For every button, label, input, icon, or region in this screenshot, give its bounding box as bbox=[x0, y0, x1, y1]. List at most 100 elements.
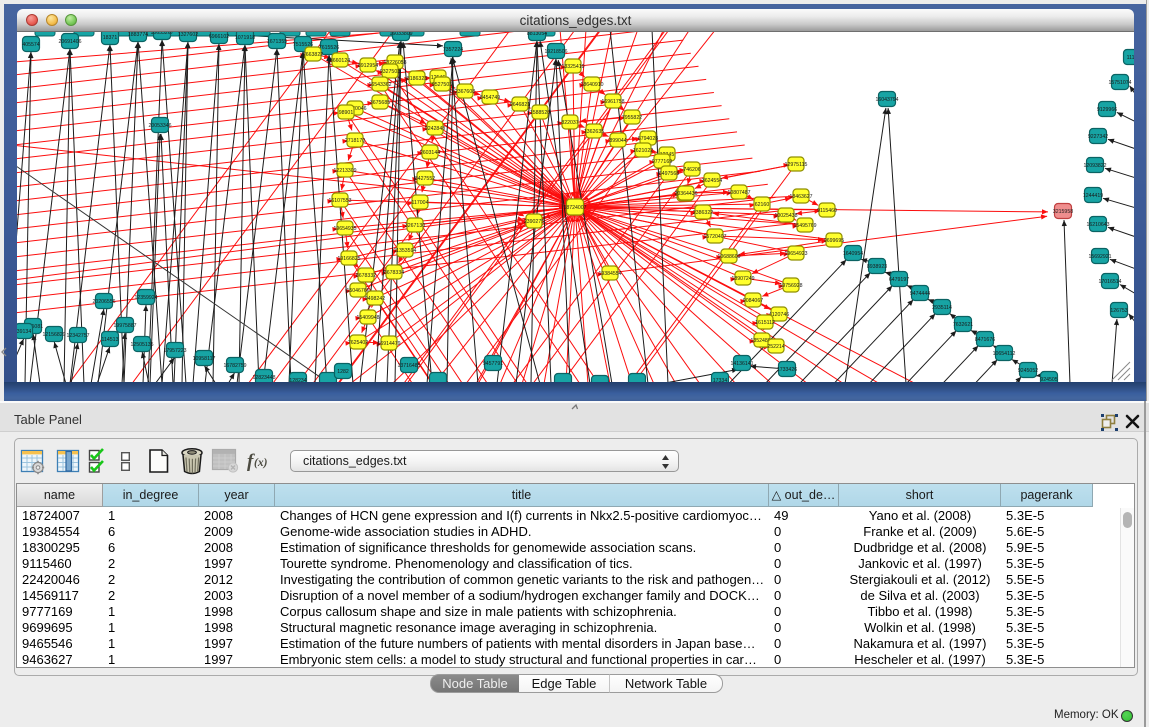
svg-text:10958117: 10958117 bbox=[193, 356, 216, 362]
svg-text:8678332: 8678332 bbox=[356, 273, 376, 279]
svg-text:16107553: 16107553 bbox=[328, 198, 351, 204]
svg-text:19384554: 19384554 bbox=[598, 271, 621, 277]
svg-text:9646821: 9646821 bbox=[510, 102, 530, 108]
svg-text:18371: 18371 bbox=[103, 35, 118, 41]
svg-text:1615112: 1615112 bbox=[755, 320, 775, 326]
svg-text:12975115: 12975115 bbox=[785, 162, 808, 168]
svg-text:6479197: 6479197 bbox=[889, 277, 909, 283]
svg-text:13716485: 13716485 bbox=[397, 363, 420, 369]
svg-text:8427552: 8427552 bbox=[415, 176, 435, 182]
svg-text:1621022: 1621022 bbox=[633, 148, 653, 154]
svg-text:7955822: 7955822 bbox=[622, 115, 642, 121]
svg-text:6966102: 6966102 bbox=[209, 34, 229, 40]
svg-text:15692921: 15692921 bbox=[1088, 254, 1111, 260]
svg-text:17334: 17334 bbox=[713, 378, 728, 382]
svg-text:8186323: 8186323 bbox=[407, 76, 427, 82]
svg-text:17016514: 17016514 bbox=[1098, 279, 1121, 285]
svg-text:98901: 98901 bbox=[339, 110, 354, 116]
svg-text:18907249: 18907249 bbox=[731, 276, 754, 282]
svg-text:405574: 405574 bbox=[22, 42, 39, 48]
svg-text:15046766: 15046766 bbox=[346, 288, 369, 294]
svg-text:9474444: 9474444 bbox=[910, 291, 930, 297]
svg-text:1640954: 1640954 bbox=[843, 251, 863, 257]
svg-text:18463627: 18463627 bbox=[789, 194, 812, 200]
svg-text:7357224: 7357224 bbox=[443, 47, 463, 53]
svg-text:19654923: 19654923 bbox=[784, 251, 807, 257]
svg-text:8813054: 8813054 bbox=[527, 32, 547, 37]
svg-text:12213309: 12213309 bbox=[333, 168, 356, 174]
svg-text:2386322: 2386322 bbox=[693, 210, 713, 216]
svg-text:3267130: 3267130 bbox=[405, 223, 425, 229]
svg-text:18724007: 18724007 bbox=[563, 205, 586, 211]
svg-text:10807487: 10807487 bbox=[727, 190, 750, 196]
svg-text:924505: 924505 bbox=[1040, 377, 1057, 382]
svg-text:16961758: 16961758 bbox=[601, 99, 624, 105]
svg-text:12093822: 12093822 bbox=[1083, 163, 1106, 169]
svg-text:2935114: 2935114 bbox=[932, 305, 952, 311]
svg-text:128234: 128234 bbox=[289, 378, 306, 382]
svg-text:15495769: 15495769 bbox=[793, 223, 816, 229]
svg-text:16210643: 16210643 bbox=[1086, 222, 1109, 228]
svg-text:746206: 746206 bbox=[683, 167, 700, 173]
svg-text:1327602: 1327602 bbox=[178, 32, 198, 38]
svg-text:2718170: 2718170 bbox=[345, 138, 365, 144]
svg-text:39134: 39134 bbox=[17, 329, 31, 335]
svg-text:2603144: 2603144 bbox=[420, 150, 440, 156]
svg-text:16914479: 16914479 bbox=[377, 341, 400, 347]
svg-text:1282: 1282 bbox=[337, 369, 349, 375]
svg-text:9115460: 9115460 bbox=[817, 208, 837, 214]
svg-text:6497568: 6497568 bbox=[659, 171, 679, 177]
svg-text:117004: 117004 bbox=[412, 200, 429, 206]
svg-text:1671355: 1671355 bbox=[267, 39, 287, 45]
svg-text:15720407: 15720407 bbox=[703, 234, 726, 240]
svg-text:16033809: 16033809 bbox=[389, 32, 412, 37]
svg-text:9245052: 9245052 bbox=[1018, 368, 1038, 374]
svg-text:1733426: 1733426 bbox=[777, 367, 797, 373]
svg-text:19218506: 19218506 bbox=[544, 49, 567, 55]
svg-text:11353594: 11353594 bbox=[394, 248, 417, 254]
svg-text:14136141: 14136141 bbox=[730, 361, 753, 367]
svg-text:7632621: 7632621 bbox=[953, 322, 973, 328]
svg-text:3675685: 3675685 bbox=[370, 100, 390, 106]
svg-text:12342757: 12342757 bbox=[66, 333, 89, 339]
svg-text:7663822: 7663822 bbox=[303, 52, 323, 58]
svg-text:9242848: 9242848 bbox=[425, 126, 445, 132]
svg-text:20691406: 20691406 bbox=[58, 39, 81, 45]
svg-text:19756928: 19756928 bbox=[779, 283, 802, 289]
svg-text:12505135: 12505135 bbox=[130, 342, 153, 348]
svg-text:10688609: 10688609 bbox=[717, 254, 740, 260]
svg-text:19654935: 19654935 bbox=[333, 226, 356, 232]
svg-text:15751074: 15751074 bbox=[1108, 80, 1131, 86]
svg-text:62160: 62160 bbox=[755, 202, 770, 208]
svg-text:19975887: 19975887 bbox=[113, 323, 136, 329]
svg-text:8454749: 8454749 bbox=[480, 95, 500, 101]
svg-text:9527503: 9527503 bbox=[432, 82, 452, 88]
svg-text:12156829: 12156829 bbox=[42, 332, 65, 338]
svg-text:16543362: 16543362 bbox=[368, 82, 391, 88]
svg-text:1588520: 1588520 bbox=[530, 110, 550, 116]
svg-text:8678334: 8678334 bbox=[384, 270, 404, 276]
svg-text:20364436: 20364436 bbox=[674, 191, 697, 197]
svg-text:8660124: 8660124 bbox=[330, 58, 350, 64]
svg-text:17957223: 17957223 bbox=[163, 348, 186, 354]
svg-text:252214: 252214 bbox=[767, 344, 784, 350]
svg-text:16782759: 16782759 bbox=[223, 363, 246, 369]
svg-text:10025438: 10025438 bbox=[774, 213, 797, 219]
svg-text:3624554: 3624554 bbox=[702, 178, 722, 184]
svg-text:7625402: 7625402 bbox=[348, 340, 368, 346]
svg-text:8471676: 8471676 bbox=[975, 337, 995, 343]
svg-text:18640910: 18640910 bbox=[580, 82, 603, 88]
svg-text:9327503: 9327503 bbox=[380, 69, 400, 75]
svg-text:9699695: 9699695 bbox=[824, 238, 844, 244]
svg-text:10653267: 10653267 bbox=[150, 32, 173, 36]
svg-text:1244419: 1244419 bbox=[1083, 193, 1103, 199]
svg-text:13325419: 13325419 bbox=[561, 64, 584, 70]
svg-text:126753: 126753 bbox=[1110, 308, 1127, 314]
svg-text:1117: 1117 bbox=[1127, 55, 1134, 61]
svg-text:114513: 114513 bbox=[102, 337, 119, 343]
svg-text:8912954: 8912954 bbox=[358, 63, 378, 69]
svg-text:822037: 822037 bbox=[561, 120, 578, 126]
svg-text:9227342: 9227342 bbox=[1088, 134, 1108, 140]
svg-text:1071918: 1071918 bbox=[235, 35, 255, 41]
svg-text:1883774: 1883774 bbox=[128, 32, 148, 38]
